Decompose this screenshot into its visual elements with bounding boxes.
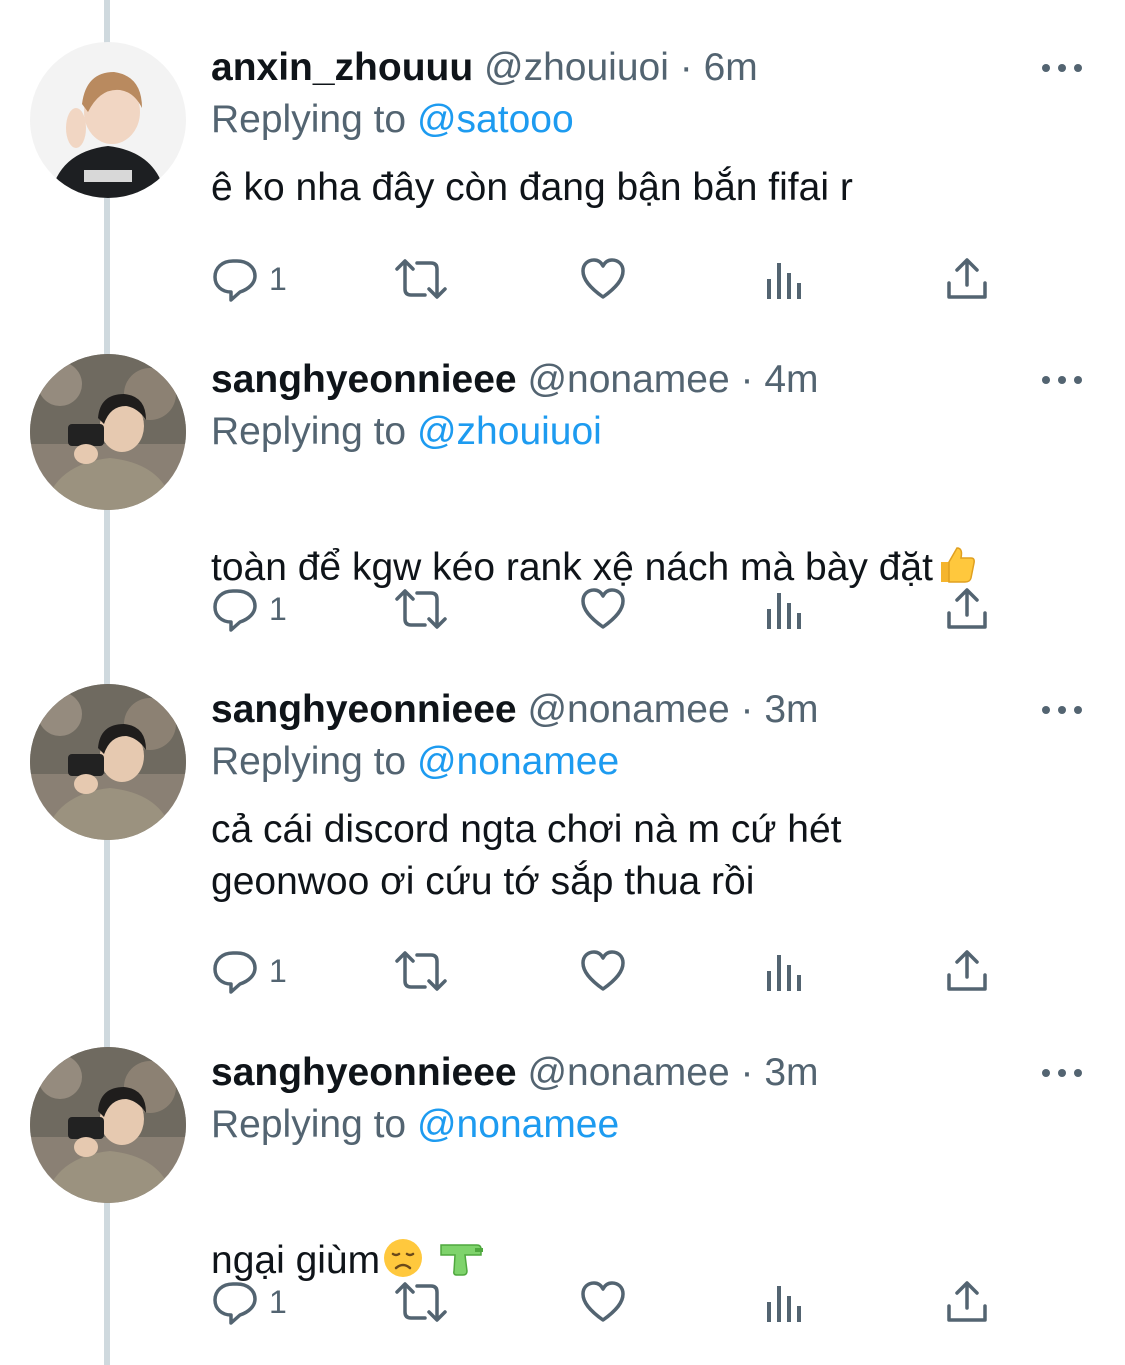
tweet-text: cả cái discord ngta chơi nà m cứ hét geo… [211, 808, 842, 903]
user-handle[interactable]: @zhouiuoi [484, 46, 669, 89]
reply-count: 1 [269, 952, 287, 989]
like-button[interactable] [579, 1277, 627, 1327]
share-button[interactable] [945, 946, 989, 996]
replying-to-label: Replying to [211, 740, 407, 783]
more-icon[interactable] [1040, 698, 1084, 722]
tweet-actions: 1 [211, 254, 1001, 304]
retweet-button[interactable] [393, 584, 449, 634]
replying-to-label: Replying to [211, 1103, 407, 1146]
retweet-icon [395, 951, 447, 991]
reply-icon [213, 589, 257, 632]
tweet-text-content: toàn để kgw kéo rank xệ nách mà bày đặt [211, 546, 933, 589]
replying-to: Replying to @zhouiuoi [211, 406, 602, 458]
replying-to-handle[interactable]: @nonamee [417, 1103, 619, 1146]
share-button[interactable] [945, 1277, 989, 1327]
reply-count: 1 [269, 260, 287, 297]
tweet-actions: 1 [211, 946, 1001, 996]
more-icon[interactable] [1040, 368, 1084, 392]
views-icon [767, 955, 801, 991]
avatar[interactable] [30, 354, 186, 510]
more-icon[interactable] [1040, 1061, 1084, 1085]
like-button[interactable] [579, 254, 627, 304]
reply-icon [213, 259, 257, 302]
user-handle[interactable]: @nonamee [527, 688, 729, 731]
avatar[interactable] [30, 684, 186, 840]
separator-dot: · [740, 688, 754, 731]
tweet-text: ê ko nha đây còn đang bận bắn fifai r [211, 166, 853, 209]
retweet-icon [395, 259, 447, 299]
like-icon [581, 588, 625, 629]
like-icon [581, 950, 625, 991]
views-button[interactable] [763, 1277, 807, 1327]
tweet-actions: 1 [211, 584, 1001, 634]
avatar[interactable] [30, 42, 186, 198]
avatar[interactable] [30, 1047, 186, 1203]
views-button[interactable] [763, 946, 807, 996]
share-button[interactable] [945, 254, 989, 304]
retweet-button[interactable] [393, 1277, 449, 1327]
more-icon[interactable] [1040, 56, 1084, 80]
reply-button[interactable]: 1 [211, 1277, 287, 1327]
views-button[interactable] [763, 584, 807, 634]
reply-icon [213, 951, 257, 994]
tweet-header: sanghyeonnieee @nonamee · 3m [211, 684, 819, 736]
share-icon [947, 258, 987, 299]
display-name[interactable]: sanghyeonnieee [211, 688, 517, 731]
display-name[interactable]: anxin_zhouuu [211, 46, 473, 89]
retweet-button[interactable] [393, 946, 449, 996]
share-icon [947, 950, 987, 991]
replying-to: Replying to @nonamee [211, 736, 619, 788]
retweet-button[interactable] [393, 254, 449, 304]
replying-to-handle[interactable]: @satooo [417, 98, 574, 141]
reply-count: 1 [269, 1283, 287, 1320]
replying-to: Replying to @satooo [211, 94, 574, 146]
reply-count: 1 [269, 590, 287, 627]
share-icon [947, 1281, 987, 1322]
views-icon [767, 593, 801, 629]
user-handle[interactable]: @nonamee [527, 1051, 729, 1094]
reply-button[interactable]: 1 [211, 584, 287, 634]
tweet-header: sanghyeonnieee @nonamee · 4m [211, 354, 819, 406]
share-button[interactable] [945, 584, 989, 634]
tweet-header: sanghyeonnieee @nonamee · 3m [211, 1047, 819, 1099]
separator-dot: · [740, 358, 754, 401]
views-icon [767, 263, 801, 299]
user-handle[interactable]: @nonamee [527, 358, 729, 401]
reply-icon [213, 1282, 257, 1325]
display-name[interactable]: sanghyeonnieee [211, 1051, 517, 1094]
separator-dot: · [740, 1051, 754, 1094]
timestamp[interactable]: 3m [764, 688, 818, 731]
reply-button[interactable]: 1 [211, 254, 287, 304]
like-icon [581, 1281, 625, 1322]
like-icon [581, 258, 625, 299]
separator-dot: · [679, 46, 693, 89]
timestamp[interactable]: 3m [764, 1051, 818, 1094]
display-name[interactable]: sanghyeonnieee [211, 358, 517, 401]
tweet-header: anxin_zhouuu @zhouiuoi · 6m [211, 42, 758, 94]
timestamp[interactable]: 6m [704, 46, 758, 89]
like-button[interactable] [579, 584, 627, 634]
replying-to-handle[interactable]: @zhouiuoi [417, 410, 602, 453]
views-button[interactable] [763, 254, 807, 304]
replying-to-label: Replying to [211, 98, 407, 141]
like-button[interactable] [579, 946, 627, 996]
tweet-text-content: ngại giùm [211, 1239, 381, 1282]
timestamp[interactable]: 4m [764, 358, 818, 401]
replying-to-label: Replying to [211, 410, 407, 453]
tweet-actions: 1 [211, 1277, 1001, 1327]
share-icon [947, 588, 987, 629]
replying-to: Replying to @nonamee [211, 1099, 619, 1151]
retweet-icon [395, 589, 447, 629]
retweet-icon [395, 1282, 447, 1322]
views-icon [767, 1286, 801, 1322]
replying-to-handle[interactable]: @nonamee [417, 740, 619, 783]
reply-button[interactable]: 1 [211, 946, 287, 996]
